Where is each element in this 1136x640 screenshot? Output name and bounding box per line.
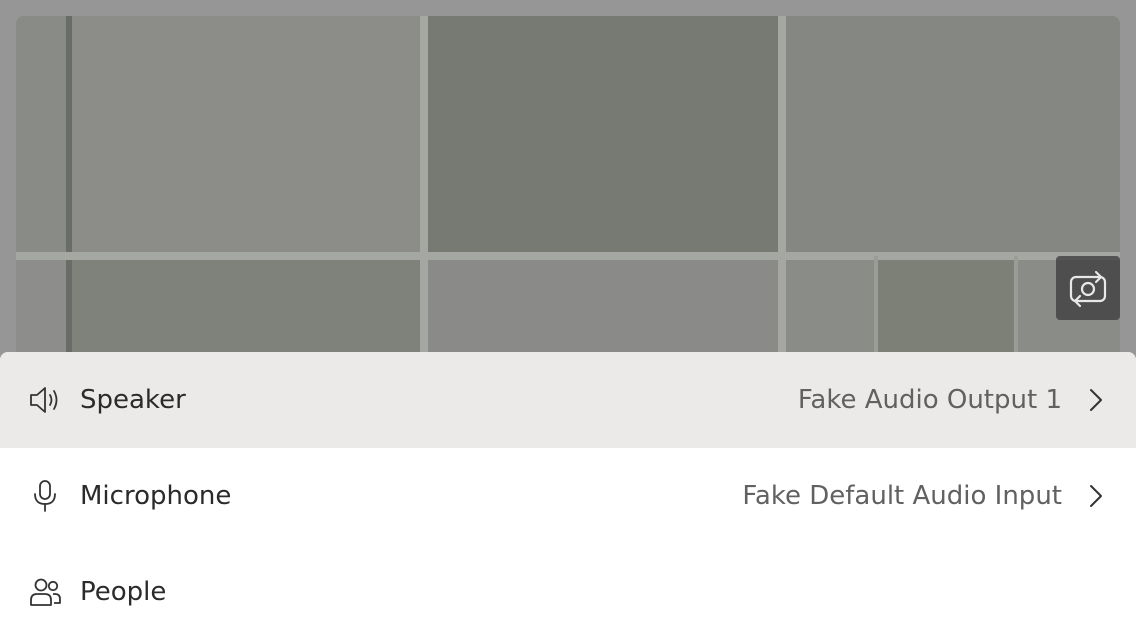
preview-grout — [16, 252, 1120, 260]
preview-tile — [16, 16, 66, 252]
microphone-value: Fake Default Audio Input — [742, 481, 1062, 511]
switch-camera-button[interactable] — [1056, 256, 1120, 320]
microphone-row[interactable]: Microphone Fake Default Audio Input — [0, 448, 1136, 544]
preview-tile — [72, 16, 420, 252]
chevron-right-icon — [1084, 480, 1108, 512]
people-label: People — [80, 577, 167, 607]
call-setup-screen: Speaker Fake Audio Output 1 Microphone F… — [0, 0, 1136, 640]
chevron-right-icon — [1084, 384, 1108, 416]
speaker-icon — [28, 383, 62, 417]
speaker-value: Fake Audio Output 1 — [797, 385, 1062, 415]
preview-tile — [786, 16, 1120, 252]
speaker-row[interactable]: Speaker Fake Audio Output 1 — [0, 352, 1136, 448]
microphone-label: Microphone — [80, 481, 232, 511]
people-row[interactable]: People — [0, 544, 1136, 640]
preview-tile — [428, 16, 778, 252]
microphone-icon — [28, 479, 62, 513]
people-icon — [28, 575, 62, 609]
speaker-label: Speaker — [80, 385, 186, 415]
camera-switch-icon — [1069, 270, 1107, 308]
device-settings-sheet: Speaker Fake Audio Output 1 Microphone F… — [0, 352, 1136, 640]
